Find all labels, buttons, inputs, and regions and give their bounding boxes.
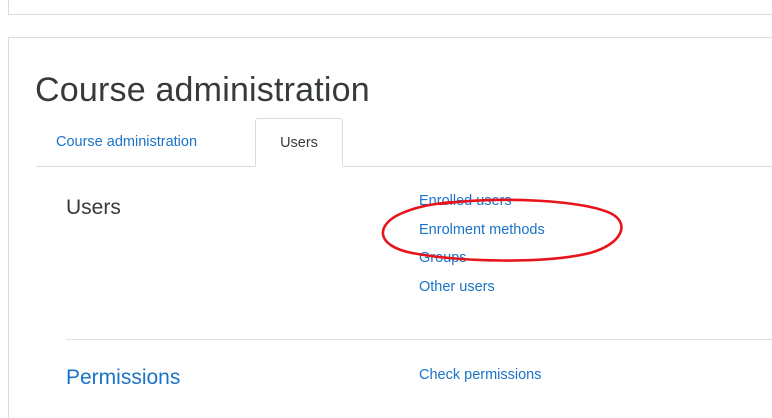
- users-section-heading: Users: [66, 196, 121, 219]
- check-permissions-link[interactable]: Check permissions: [419, 365, 542, 385]
- page-title: Course administration: [35, 71, 370, 109]
- tab-users[interactable]: Users: [255, 118, 343, 167]
- tab-course-administration[interactable]: Course administration: [36, 118, 254, 166]
- groups-link[interactable]: Groups: [419, 248, 467, 268]
- enrolled-users-link[interactable]: Enrolled users: [419, 191, 512, 211]
- other-users-link[interactable]: Other users: [419, 277, 495, 297]
- section-divider: [66, 339, 772, 340]
- tab-bar: Course administration Users: [36, 118, 772, 167]
- enrolment-methods-link[interactable]: Enrolment methods: [419, 220, 545, 240]
- top-card: [8, 0, 772, 15]
- permissions-section-heading[interactable]: Permissions: [66, 364, 180, 392]
